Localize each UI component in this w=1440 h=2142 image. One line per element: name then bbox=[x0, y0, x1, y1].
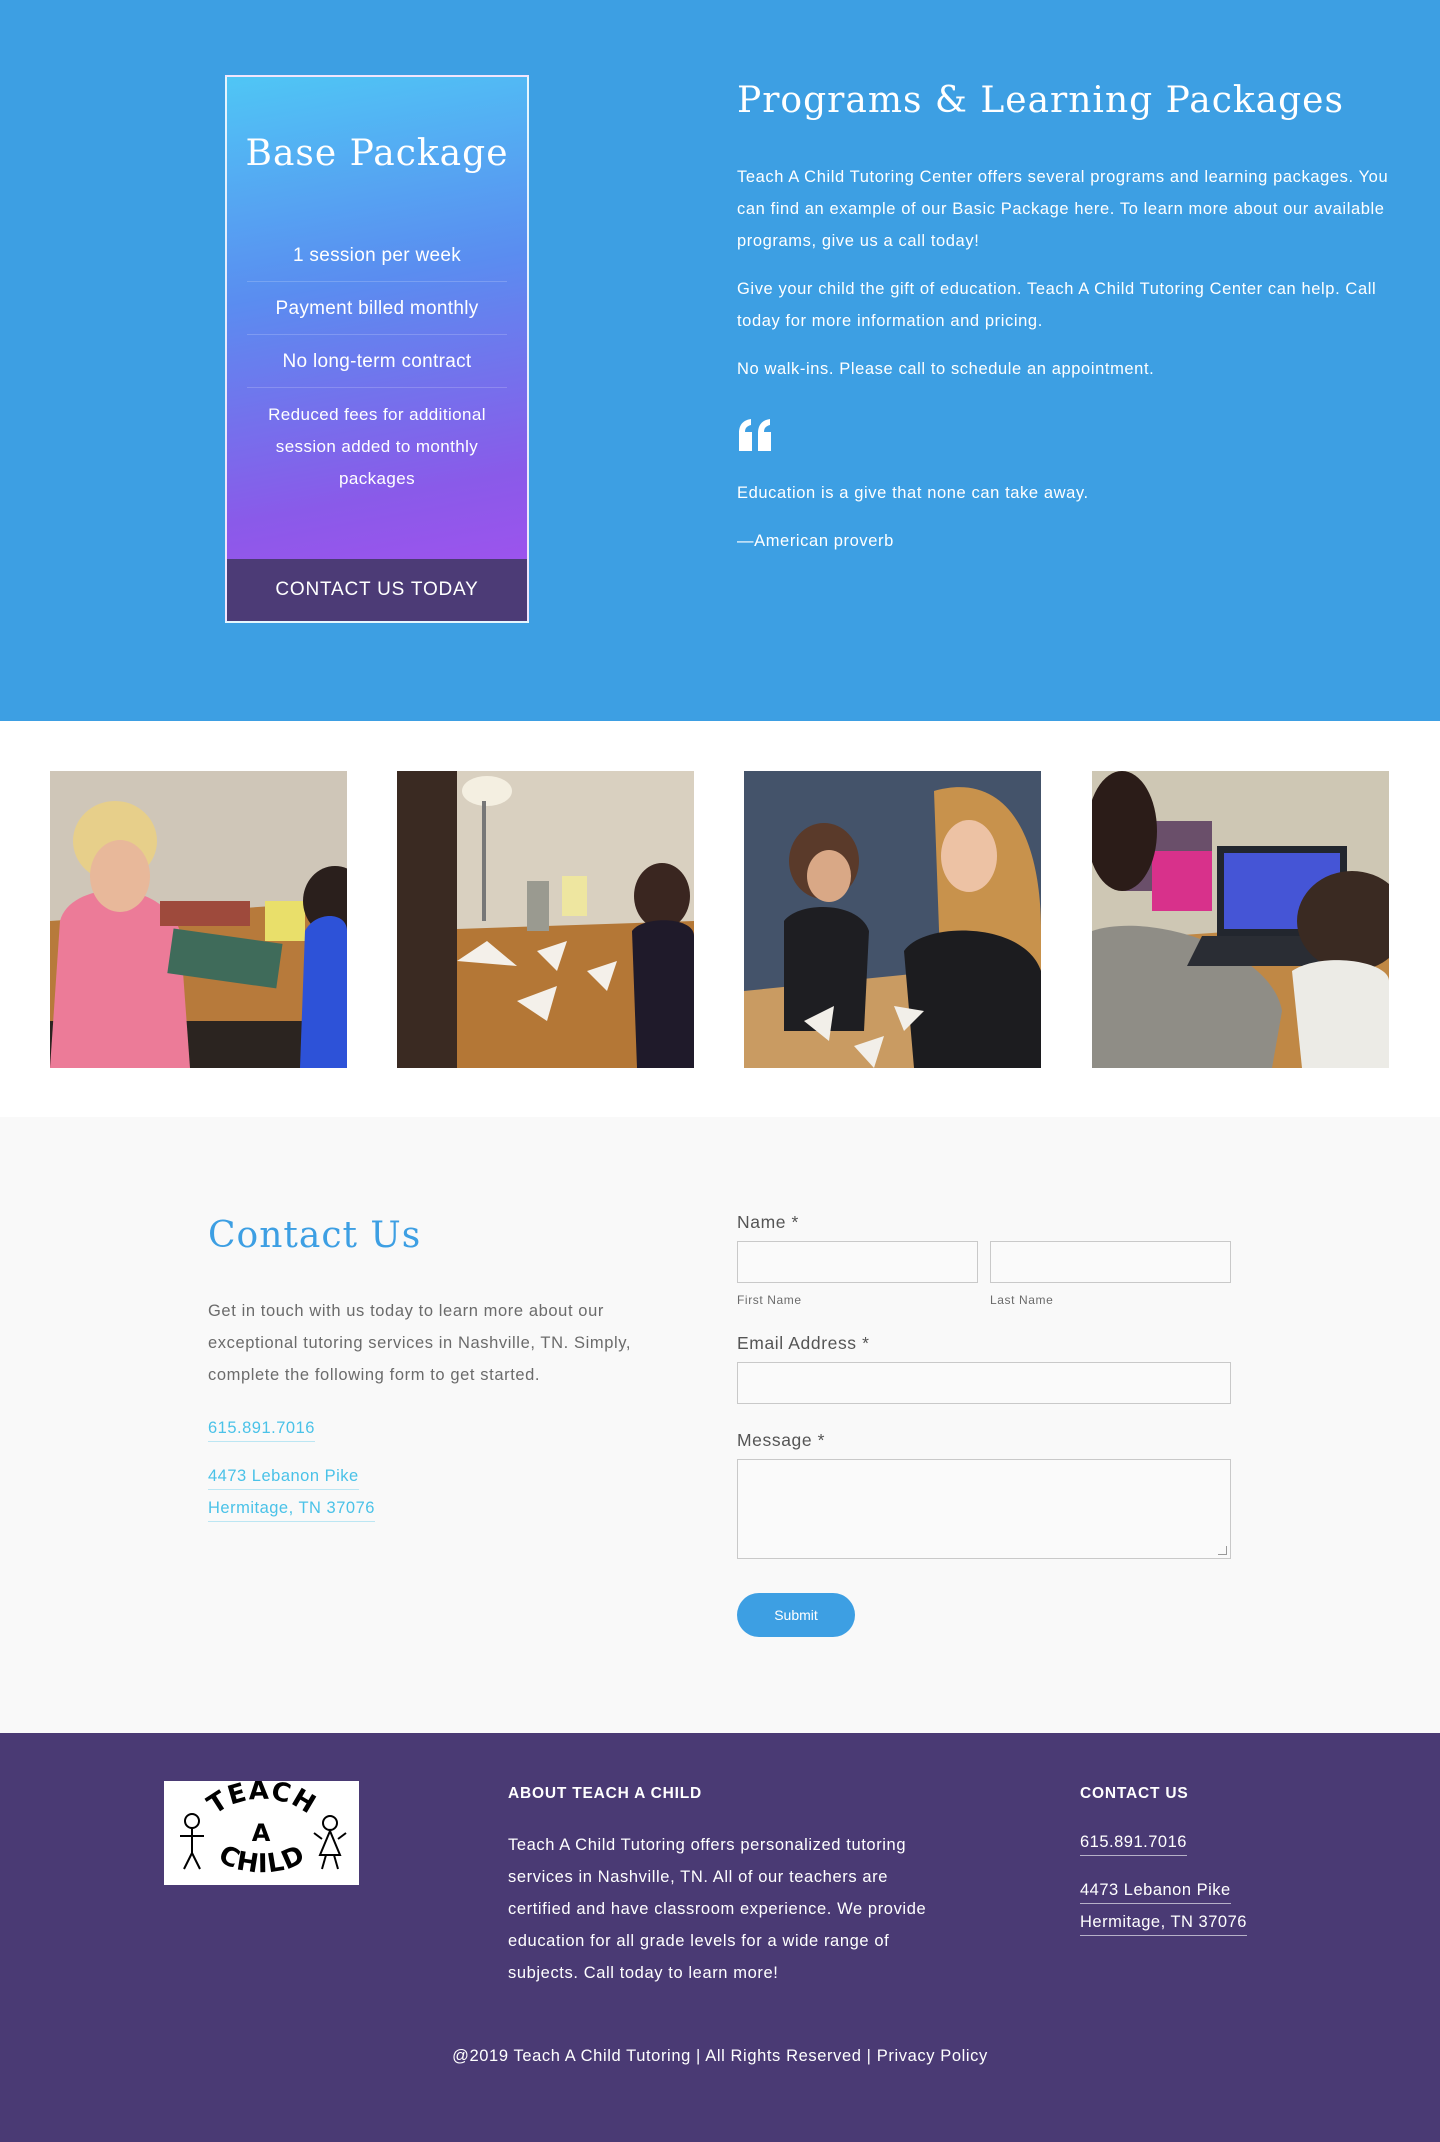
tutoring-photo bbox=[397, 771, 694, 1068]
first-name-group: First Name bbox=[737, 1241, 978, 1307]
copyright-text: @2019 Teach A Child Tutoring | All Right… bbox=[452, 2047, 988, 2065]
quote-author: —American proverb bbox=[737, 532, 894, 550]
name-label: Name * bbox=[737, 1212, 799, 1232]
tutoring-photo bbox=[744, 771, 1041, 1068]
contact-address-link[interactable]: 4473 Lebanon Pike bbox=[208, 1463, 359, 1490]
about-heading: ABOUT TEACH A CHILD bbox=[508, 1785, 703, 1802]
footer-address-link[interactable]: Hermitage, TN 37076 bbox=[1080, 1909, 1247, 1936]
svg-text:TEACH: TEACH bbox=[202, 1781, 321, 1821]
quote-icon bbox=[739, 419, 771, 451]
first-name-sublabel: First Name bbox=[737, 1293, 802, 1307]
submit-button[interactable]: Submit bbox=[737, 1593, 855, 1637]
programs-content: Programs & Learning Packages Teach A Chi… bbox=[737, 75, 1397, 573]
message-textarea[interactable] bbox=[737, 1459, 1231, 1559]
base-package-card: Base Package 1 session per week Payment … bbox=[225, 75, 529, 623]
programs-title: Programs & Learning Packages bbox=[737, 80, 1344, 121]
package-note: Reduced fees for additional session adde… bbox=[268, 405, 486, 488]
email-input[interactable] bbox=[737, 1362, 1231, 1404]
package-feature: Payment billed monthly bbox=[247, 282, 507, 335]
programs-paragraph: No walk-ins. Please call to schedule an … bbox=[737, 360, 1155, 378]
footer-phone-link[interactable]: 615.891.7016 bbox=[1080, 1829, 1187, 1856]
first-name-input[interactable] bbox=[737, 1241, 978, 1283]
message-label: Message * bbox=[737, 1430, 826, 1450]
email-label: Email Address * bbox=[737, 1333, 870, 1353]
package-feature: 1 session per week bbox=[247, 229, 507, 282]
name-row: First Name Last Name bbox=[737, 1241, 1231, 1307]
contact-address-link[interactable]: Hermitage, TN 37076 bbox=[208, 1495, 375, 1522]
tutoring-photo bbox=[1092, 771, 1389, 1068]
about-text: Teach A Child Tutoring offers personaliz… bbox=[508, 1836, 927, 1982]
site-footer: TEACH A CHILD ABOUT TEACH A CHILD Teach … bbox=[0, 1733, 1440, 2142]
programs-paragraph: Give your child the gift of education. T… bbox=[737, 280, 1377, 330]
contact-title: Contact Us bbox=[208, 1215, 422, 1256]
programs-paragraph: Teach A Child Tutoring Center offers sev… bbox=[737, 168, 1389, 250]
last-name-group: Last Name bbox=[990, 1241, 1231, 1307]
tutoring-photo bbox=[50, 771, 347, 1068]
contact-form: Name * First Name Last Name Email Addres… bbox=[737, 1212, 1231, 1637]
contact-us-today-button[interactable]: CONTACT US TODAY bbox=[227, 559, 527, 621]
teach-a-child-logo[interactable]: TEACH A CHILD bbox=[164, 1781, 359, 1885]
quote-text: Education is a give that none can take a… bbox=[737, 484, 1089, 502]
package-feature: No long-term contract bbox=[247, 335, 507, 388]
photo-gallery bbox=[0, 721, 1440, 1117]
svg-text:A: A bbox=[252, 1819, 271, 1847]
package-features: 1 session per week Payment billed monthl… bbox=[247, 229, 507, 388]
last-name-input[interactable] bbox=[990, 1241, 1231, 1283]
contact-section: Contact Us Get in touch with us today to… bbox=[0, 1117, 1440, 1733]
contact-phone-link[interactable]: 615.891.7016 bbox=[208, 1415, 315, 1442]
package-title: Base Package bbox=[245, 133, 509, 174]
footer-address-link[interactable]: 4473 Lebanon Pike bbox=[1080, 1877, 1231, 1904]
programs-section: Base Package 1 session per week Payment … bbox=[0, 0, 1440, 721]
contact-intro: Get in touch with us today to learn more… bbox=[208, 1302, 632, 1384]
last-name-sublabel: Last Name bbox=[990, 1293, 1054, 1307]
footer-contact-heading: CONTACT US bbox=[1080, 1785, 1189, 1802]
